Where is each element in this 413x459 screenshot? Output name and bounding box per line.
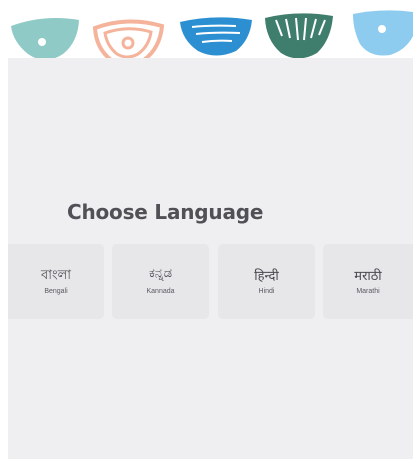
language-card-marathi[interactable]: मराठी Marathi <box>323 244 413 319</box>
language-card-hindi[interactable]: हिन्दी Hindi <box>218 244 315 319</box>
page-title: Choose Language <box>67 200 264 224</box>
language-card-bengali[interactable]: বাংলা Bengali <box>8 244 104 319</box>
language-english-name: Marathi <box>356 288 380 295</box>
language-english-name: Hindi <box>258 288 275 295</box>
language-selection-panel: Choose Language বাংলা Bengali ಕನ್ನಡ Kann… <box>8 58 413 459</box>
language-card-list: বাংলা Bengali ಕನ್ನಡ Kannada हिन्दी Hindi… <box>8 244 413 319</box>
teal-dot-bowl-icon <box>11 18 79 60</box>
language-native-name: বাংলা <box>40 268 72 283</box>
light-blue-dot-bowl-icon <box>353 10 413 56</box>
blue-striped-bowl-icon <box>180 17 252 56</box>
language-native-name: मराठी <box>354 269 382 284</box>
language-native-name: ಕನ್ನಡ <box>148 266 173 281</box>
language-english-name: Kannada <box>146 288 175 295</box>
language-english-name: Bengali <box>44 288 68 295</box>
green-fringe-bowl-icon <box>265 13 333 59</box>
language-native-name: हिन्दी <box>254 269 279 284</box>
language-card-kannada[interactable]: ಕನ್ನಡ Kannada <box>112 244 209 319</box>
